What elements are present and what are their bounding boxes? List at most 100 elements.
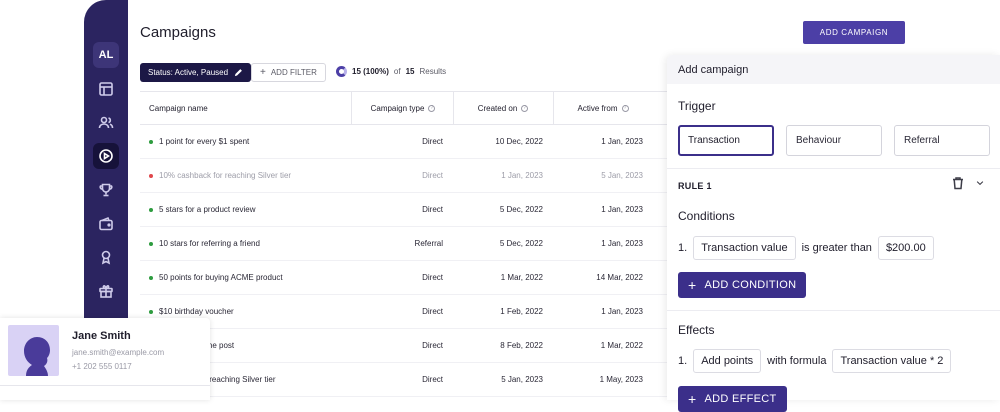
trash-icon[interactable] [951,176,965,190]
add-campaign-button[interactable]: ADD CAMPAIGN [803,21,905,44]
status-dot [149,309,153,314]
avatar [8,325,59,376]
table-header: Campaign name Campaign type? Created on?… [140,92,670,125]
results-bold: 15 (100%) [352,67,389,76]
conditions-label: Conditions [678,209,735,223]
column-header-name[interactable]: Campaign name [149,92,208,124]
effect-action[interactable]: Add points [693,349,762,373]
divider [667,310,1000,311]
effect-connector: with formula [767,355,827,367]
campaigns-table: Campaign name Campaign type? Created on?… [140,91,670,397]
table-row[interactable]: ck coupon for reaching Silver tier Direct… [140,363,670,397]
layout-icon[interactable] [96,79,116,99]
trigger-transaction[interactable]: Transaction [678,125,774,156]
status-dot [149,139,153,144]
column-header-type[interactable]: Campaign type? [351,92,455,124]
condition-field[interactable]: Transaction value [693,236,796,260]
trigger-referral[interactable]: Referral [894,125,990,156]
table-row[interactable]: 10 stars for referring a friend Referral 5… [140,227,670,261]
column-created-label: Created on [477,103,518,113]
effect-index: 1. [678,355,688,367]
column-name-label: Campaign name [149,103,208,113]
status-dot [149,275,153,280]
campaign-type: Direct [422,273,443,282]
table-row[interactable]: 5 stars for a product review Direct 5 Dec,… [140,193,670,227]
table-row[interactable]: ts for sharng the postDirect8 Feb, 20221… [140,329,670,363]
trigger-label: Trigger [678,99,716,113]
campaign-name-cell: 50 points for buying ACME product [149,261,283,294]
campaign-name: 1 point for every $1 spent [159,137,250,146]
help-icon[interactable]: ? [428,104,436,112]
gift-icon[interactable] [96,281,116,301]
help-icon[interactable]: ? [521,104,529,112]
condition-value[interactable]: $200.00 [877,236,934,260]
results-count: 15 (100%) of 15 Results [336,66,446,77]
status-filter-label: Status: Active, Paused [148,68,229,77]
active-from: 1 Jan, 2023 [601,307,643,316]
trigger-behaviour[interactable]: Behaviour [786,125,882,156]
add-condition-label: ADD CONDITION [704,279,797,291]
campaign-type: Direct [422,307,443,316]
results-suffix: Results [419,67,447,76]
chevron-down-icon[interactable] [975,178,985,188]
trophy-icon[interactable] [96,180,116,200]
column-header-created[interactable]: Created on? [453,92,553,124]
campaign-name: 5 stars for a product review [159,205,256,214]
contact-card[interactable]: Jane Smith jane.smith@example.com +1 202… [0,318,210,400]
effect-formula[interactable]: Transaction value * 2 [832,349,952,373]
plus-icon: + [260,67,266,78]
active-from: 1 Mar, 2022 [600,341,643,350]
active-from: 1 Jan, 2023 [601,205,643,214]
created-on: 10 Dec, 2022 [495,137,543,146]
pencil-icon [234,69,242,77]
created-on: 1 Feb, 2022 [500,307,543,316]
active-from: 5 Jan, 2023 [601,171,643,180]
wallet-icon[interactable] [96,214,116,234]
status-filter-chip[interactable]: Status: Active, Paused [140,63,252,82]
active-from: 1 Jan, 2023 [601,239,643,248]
badge-icon[interactable] [96,247,116,267]
condition-row: 1. Transaction value is greater than $20… [678,236,934,260]
help-icon[interactable]: ? [621,104,629,112]
results-total: 15 [405,67,415,76]
add-campaign-panel: Add campaign Trigger Transaction Behavio… [667,55,1000,412]
add-filter-button[interactable]: + ADD FILTER [251,63,326,82]
divider [0,385,210,386]
condition-operator[interactable]: is greater than [802,242,872,254]
user-avatar[interactable]: AL [93,42,119,68]
column-active-label: Active from [577,103,618,113]
campaign-name: 10 stars for referring a friend [159,239,260,248]
campaign-name-cell: 10 stars for referring a friend [149,227,260,260]
page-title: Campaigns [140,24,216,41]
campaign-type: Direct [422,205,443,214]
add-effect-label: ADD EFFECT [704,393,777,405]
table-row[interactable]: $10 birthday voucher Direct 1 Feb, 2022 1 J… [140,295,670,329]
add-filter-label: ADD FILTER [270,68,317,77]
created-on: 8 Feb, 2022 [500,341,543,350]
campaign-name-cell: 5 stars for a product review [149,193,255,226]
effect-row: 1. Add points with formula Transaction v… [678,349,952,373]
table-body: 1 point for every $1 spent Direct 10 Dec, … [140,125,670,397]
contact-phone: +1 202 555 0117 [72,362,132,371]
column-header-active-from[interactable]: Active from? [553,92,653,124]
effects-label: Effects [678,323,715,337]
users-icon[interactable] [96,113,116,133]
created-on: 1 Mar, 2022 [500,273,543,282]
table-row[interactable]: 50 points for buying ACME product Direct 1… [140,261,670,295]
created-on: 5 Jan, 2023 [501,375,543,384]
status-dot [149,173,153,178]
column-type-label: Campaign type [370,103,425,113]
table-row[interactable]: 1 point for every $1 spent Direct 10 Dec, … [140,125,670,159]
created-on: 5 Dec, 2022 [499,205,543,214]
table-row[interactable]: 10% cashback for reaching Silver tier Dir… [140,159,670,193]
panel-title: Add campaign [667,55,1000,84]
active-from: 14 Mar, 2022 [596,273,643,282]
rule-title: RULE 1 [678,181,712,191]
campaign-type: Direct [422,375,443,384]
add-condition-button[interactable]: + ADD CONDITION [678,272,807,298]
rule-actions [951,176,985,190]
results-of: of [393,67,401,76]
campaign-name: $10 birthday voucher [159,307,234,316]
add-effect-button[interactable]: + ADD EFFECT [678,386,787,412]
play-circle-icon[interactable] [93,143,119,169]
